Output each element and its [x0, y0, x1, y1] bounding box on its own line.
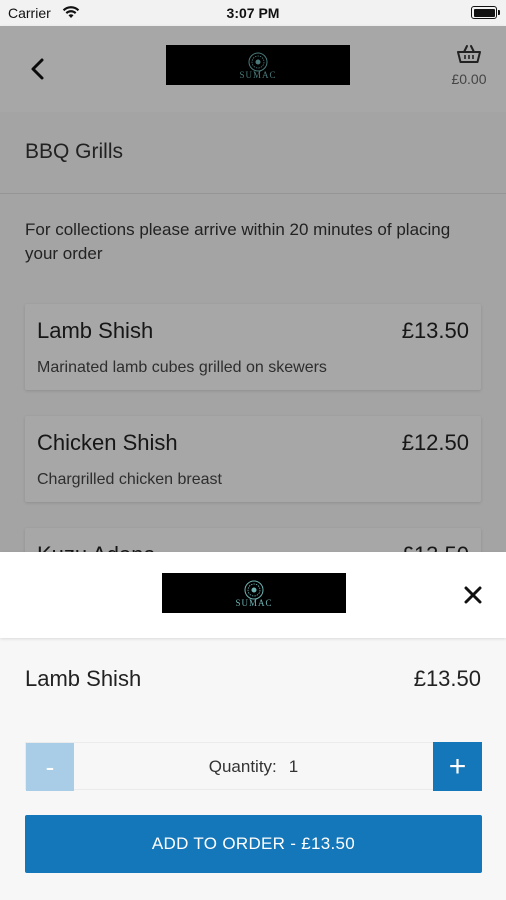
- close-button[interactable]: [462, 584, 484, 606]
- status-time: 3:07 PM: [226, 5, 280, 21]
- close-icon: [464, 586, 482, 604]
- sheet-item-name: Lamb Shish: [25, 666, 142, 691]
- battery-icon: [471, 6, 500, 19]
- logo-text: SUMAC: [235, 597, 273, 608]
- add-to-order-button[interactable]: ADD TO ORDER - £13.50: [25, 815, 482, 873]
- sheet-restaurant-logo: SUMAC: [162, 573, 346, 613]
- status-bar: Carrier 3:07 PM: [0, 0, 506, 26]
- increase-quantity-button[interactable]: +: [433, 742, 482, 791]
- sheet-item-price: £13.50: [413, 666, 481, 691]
- item-detail-sheet: SUMAC Lamb Shish £13.50 - Quantity: 1 + A…: [0, 552, 506, 900]
- sheet-header: SUMAC: [0, 552, 506, 638]
- modal-backdrop[interactable]: [0, 26, 506, 552]
- quantity-value: 1: [288, 757, 299, 776]
- quantity-stepper: - Quantity: 1 +: [25, 742, 482, 791]
- quantity-display: Quantity: 1: [26, 757, 481, 777]
- quantity-label: Quantity:: [208, 757, 277, 776]
